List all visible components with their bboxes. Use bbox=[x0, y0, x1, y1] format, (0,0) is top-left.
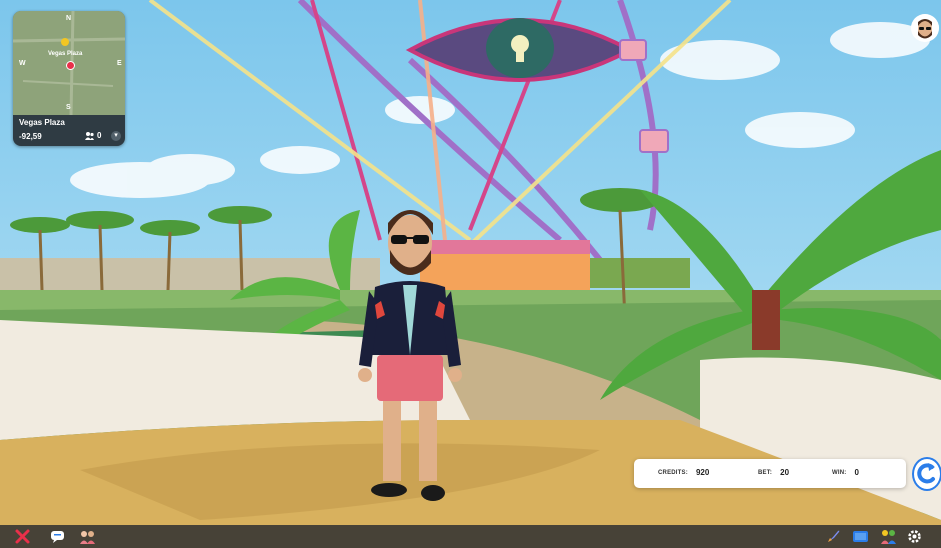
bottom-toolbar bbox=[0, 525, 941, 548]
win-display: WIN: 0 bbox=[832, 468, 859, 477]
poi-marker-icon[interactable] bbox=[61, 38, 69, 46]
minimap[interactable]: N S E W Vegas Plaza Vegas Plaza -92,59 0… bbox=[13, 11, 125, 146]
rocket-icon[interactable] bbox=[825, 528, 842, 545]
chat-icon[interactable] bbox=[49, 528, 66, 545]
compass-west: W bbox=[19, 60, 26, 67]
credits-value: 920 bbox=[695, 468, 710, 477]
compass-east: E bbox=[117, 60, 122, 67]
people-icon[interactable] bbox=[880, 528, 897, 545]
player-location-icon bbox=[66, 61, 75, 70]
spin-button[interactable] bbox=[912, 457, 941, 491]
map-icon[interactable] bbox=[852, 528, 869, 545]
poi-label: Vegas Plaza bbox=[48, 51, 83, 57]
minimap-map[interactable]: N S E W Vegas Plaza bbox=[13, 11, 125, 115]
place-name: Vegas Plaza bbox=[19, 118, 65, 127]
users-icon bbox=[85, 131, 94, 140]
bet-label: BET: bbox=[758, 469, 773, 476]
profile-avatar[interactable] bbox=[911, 14, 939, 42]
compass-north: N bbox=[66, 15, 72, 22]
users-online: 0 bbox=[85, 131, 101, 140]
friends-icon[interactable] bbox=[79, 528, 96, 545]
bet-value: 20 bbox=[780, 468, 790, 477]
close-icon[interactable] bbox=[14, 528, 31, 545]
credits-label: CREDITS: bbox=[658, 469, 688, 476]
minimap-footer: Vegas Plaza -92,59 0 ▾ bbox=[13, 115, 125, 146]
slot-machine-panel: CREDITS: 920 BET: 20 WIN: 0 bbox=[634, 459, 906, 488]
win-value: 0 bbox=[854, 468, 859, 477]
users-online-count: 0 bbox=[97, 131, 102, 140]
profile-avatar-icon bbox=[911, 14, 939, 42]
minimap-expand-button[interactable]: ▾ bbox=[111, 131, 121, 141]
credits-display: CREDITS: 920 bbox=[658, 468, 709, 477]
coordinates: -92,59 bbox=[19, 132, 42, 141]
win-label: WIN: bbox=[832, 469, 847, 476]
game-viewport[interactable]: N S E W Vegas Plaza Vegas Plaza -92,59 0… bbox=[0, 0, 941, 548]
bet-display: BET: 20 bbox=[758, 468, 789, 477]
player-avatar[interactable] bbox=[355, 195, 465, 515]
compass-south: S bbox=[66, 104, 71, 111]
spin-icon bbox=[917, 463, 935, 484]
settings-icon[interactable] bbox=[906, 528, 923, 545]
